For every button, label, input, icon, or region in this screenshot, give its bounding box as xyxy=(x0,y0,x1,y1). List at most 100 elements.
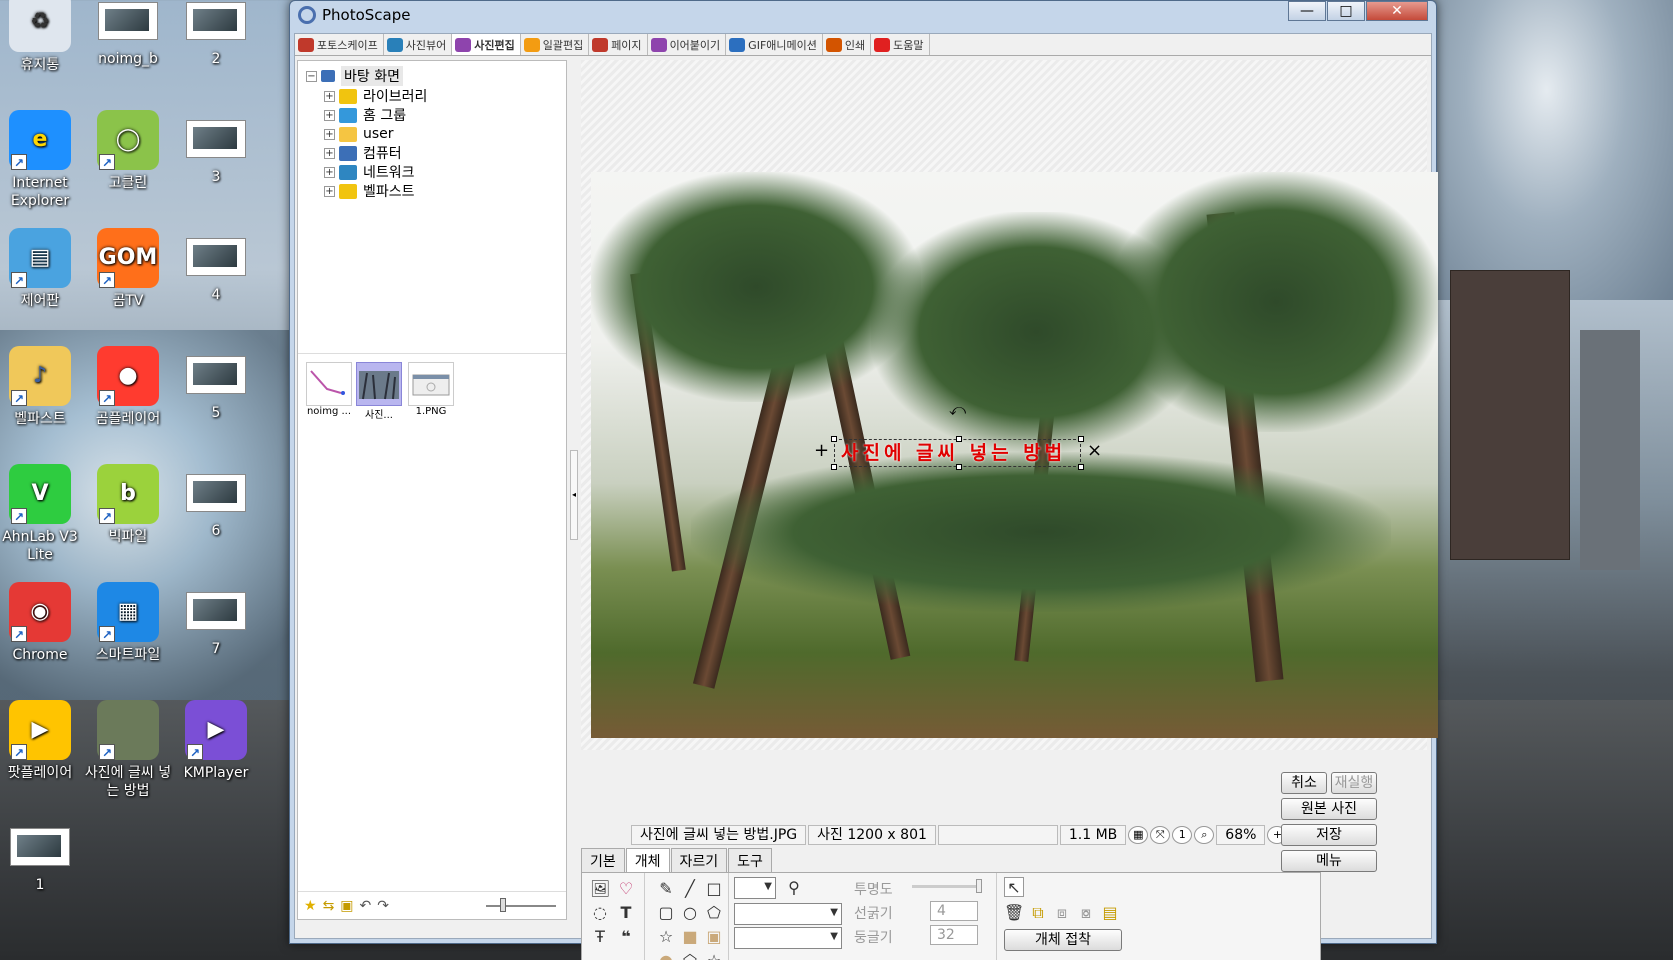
filled-pentagon-icon[interactable]: ⬠ xyxy=(680,951,700,960)
desktop-icon[interactable]: noimg_b xyxy=(84,0,172,104)
fit-screen-icon[interactable]: ⤧ xyxy=(1150,826,1171,844)
brush-icon[interactable]: ✎ xyxy=(656,879,676,899)
desktop-icon[interactable]: 1 xyxy=(0,818,84,930)
desktop-icon[interactable]: V ↗ AhnLab V3 Lite xyxy=(0,464,84,576)
collapse-pane-icon[interactable]: ◂ xyxy=(570,450,578,540)
tree-node[interactable]: + user xyxy=(324,125,394,143)
desktop-icon[interactable]: ◉ ↗ Chrome xyxy=(0,582,84,694)
desktop-icon[interactable]: 3 xyxy=(172,110,260,222)
rectangle-icon[interactable]: □ xyxy=(704,879,724,899)
text-style-icon[interactable]: Ŧ xyxy=(590,927,610,947)
desktop-icon[interactable]: ♻ 휴지통 xyxy=(0,0,84,104)
tab-combine[interactable]: 이어붙이기 xyxy=(648,34,727,55)
desktop-icon[interactable]: ▶ ↗ KMPlayer xyxy=(172,700,260,812)
desktop-icon[interactable]: ▶ ↗ 팟플레이어 xyxy=(0,700,84,812)
tab-basic[interactable]: 기본 xyxy=(581,848,625,874)
tab-editor[interactable]: 사진편집 xyxy=(452,34,521,55)
tree-node[interactable]: + 홈 그룹 xyxy=(324,106,406,124)
pane-splitter[interactable]: ◂ xyxy=(569,60,579,920)
line-icon[interactable]: ╱ xyxy=(680,879,700,899)
fill-style-select[interactable] xyxy=(734,927,842,949)
zoom-fit-icon[interactable]: ⌕ xyxy=(1194,826,1215,844)
select-pointer-icon[interactable]: ↖ xyxy=(1004,877,1024,897)
tab-batch[interactable]: 일괄편집 xyxy=(521,34,590,55)
copy-object-icon[interactable]: ⧉ xyxy=(1028,903,1048,923)
maximize-button[interactable]: □ xyxy=(1327,1,1365,21)
desktop-icon[interactable]: 4 xyxy=(172,228,260,340)
slider-knob[interactable] xyxy=(500,898,506,912)
tab-tools[interactable]: 도구 xyxy=(728,848,772,874)
desktop-icon[interactable]: ♪ ↗ 벨파스트 xyxy=(0,346,84,458)
opacity-slider-knob[interactable] xyxy=(976,879,982,893)
text-icon[interactable]: T xyxy=(616,903,636,923)
quote-icon[interactable]: ❝ xyxy=(616,927,636,947)
tab-help[interactable]: 도움말 xyxy=(871,34,930,55)
rounded-rect-icon[interactable]: ▢ xyxy=(656,903,676,923)
tab-object[interactable]: 개체 xyxy=(625,848,670,874)
tree-node-desktop[interactable]: − 바탕 화면 xyxy=(306,66,403,86)
filled-circle-icon[interactable]: ● xyxy=(656,951,676,960)
transparency-grid-icon[interactable]: ▦ xyxy=(1128,826,1149,844)
insert-icon-icon[interactable]: ♡ xyxy=(616,879,636,899)
move-plus-icon[interactable]: + xyxy=(814,440,829,461)
attach-objects-button[interactable]: 개체 접착 xyxy=(1004,929,1122,951)
collapse-icon[interactable]: − xyxy=(306,70,317,82)
desktop-icon[interactable]: ● ↗ 곰플레이어 xyxy=(84,346,172,458)
resize-handle[interactable] xyxy=(1078,436,1084,442)
expand-icon[interactable]: + xyxy=(324,185,335,197)
thumbnail-item[interactable]: 1.PNG xyxy=(408,362,454,417)
desktop-icon[interactable]: ◯ ↗ 고클린 xyxy=(84,110,172,222)
actual-size-icon[interactable]: 1 xyxy=(1172,826,1193,844)
desktop-icon[interactable]: ↗ 사진에 글씨 넣는 방법 xyxy=(84,700,172,812)
favorite-star-icon[interactable]: ★ xyxy=(304,898,317,914)
roundness-spinner[interactable]: 32 xyxy=(930,925,978,945)
rotate-handle-icon[interactable]: ⤺ xyxy=(949,400,966,420)
filled-star-icon[interactable]: ☆ xyxy=(704,951,724,960)
opacity-slider[interactable] xyxy=(912,879,982,893)
tab-crop[interactable]: 자르기 xyxy=(670,848,728,874)
expand-icon[interactable]: + xyxy=(324,128,335,140)
send-back-icon[interactable]: ⧇ xyxy=(1076,903,1096,923)
tab-photoscape[interactable]: 포토스케이프 xyxy=(295,34,384,55)
close-button[interactable]: ✕ xyxy=(1366,1,1428,21)
expand-icon[interactable]: + xyxy=(324,109,335,121)
thumbnail-item-selected[interactable]: 사진... xyxy=(356,362,402,421)
tab-page[interactable]: 페이지 xyxy=(589,34,648,55)
photo-canvas[interactable]: 사진에 글씨 넣는 방법 + × ⤺ xyxy=(591,172,1438,738)
tree-node[interactable]: + 라이브러리 xyxy=(324,87,427,105)
desktop-icon[interactable]: b ↗ 빅파일 xyxy=(84,464,172,576)
text-object[interactable]: 사진에 글씨 넣는 방법 xyxy=(834,439,1081,467)
resize-handle[interactable] xyxy=(831,436,837,442)
resize-handle[interactable] xyxy=(831,464,837,470)
tab-gif[interactable]: GIF애니메이션 xyxy=(726,34,823,55)
canvas-area[interactable]: 사진에 글씨 넣는 방법 + × ⤺ xyxy=(581,60,1438,750)
pentagon-icon[interactable]: ⬠ xyxy=(704,903,724,923)
forward-arrow-icon[interactable]: ↷ xyxy=(377,898,389,914)
original-photo-button[interactable]: 원본 사진 xyxy=(1281,798,1377,820)
tab-viewer[interactable]: 사진뷰어 xyxy=(384,34,453,55)
redo-button[interactable]: 재실행 xyxy=(1331,772,1377,794)
back-arrow-icon[interactable]: ↶ xyxy=(360,898,372,914)
circle-icon[interactable]: ○ xyxy=(680,903,700,923)
color-picker-combo[interactable] xyxy=(734,877,776,899)
tree-node[interactable]: + 네트워크 xyxy=(324,163,415,181)
speech-balloon-icon[interactable]: ◌ xyxy=(590,903,610,923)
properties-icon[interactable]: ▤ xyxy=(1100,903,1120,923)
thumbnail-item[interactable]: noimg ... xyxy=(306,362,352,417)
expand-icon[interactable]: + xyxy=(324,147,335,159)
desktop-icon[interactable]: ▦ ↗ 스마트파일 xyxy=(84,582,172,694)
filled-rect-icon[interactable]: ■ xyxy=(680,927,700,947)
minimize-button[interactable]: — xyxy=(1288,1,1326,21)
expand-icon[interactable]: + xyxy=(324,166,335,178)
line-style-select[interactable] xyxy=(734,903,842,925)
title-bar[interactable]: PhotoScape — □ ✕ xyxy=(290,1,1436,29)
desktop-icon[interactable]: 5 xyxy=(172,346,260,458)
line-width-spinner[interactable]: 4 xyxy=(930,901,978,921)
cancel-button[interactable]: 취소 xyxy=(1281,772,1327,794)
bring-front-icon[interactable]: ⧈ xyxy=(1052,903,1072,923)
delete-object-icon[interactable]: × xyxy=(1087,440,1102,461)
resize-handle[interactable] xyxy=(1078,464,1084,470)
expand-icon[interactable]: + xyxy=(324,90,335,102)
desktop-icon[interactable]: 2 xyxy=(172,0,260,104)
refresh-icon[interactable]: ⇆ xyxy=(323,898,335,914)
